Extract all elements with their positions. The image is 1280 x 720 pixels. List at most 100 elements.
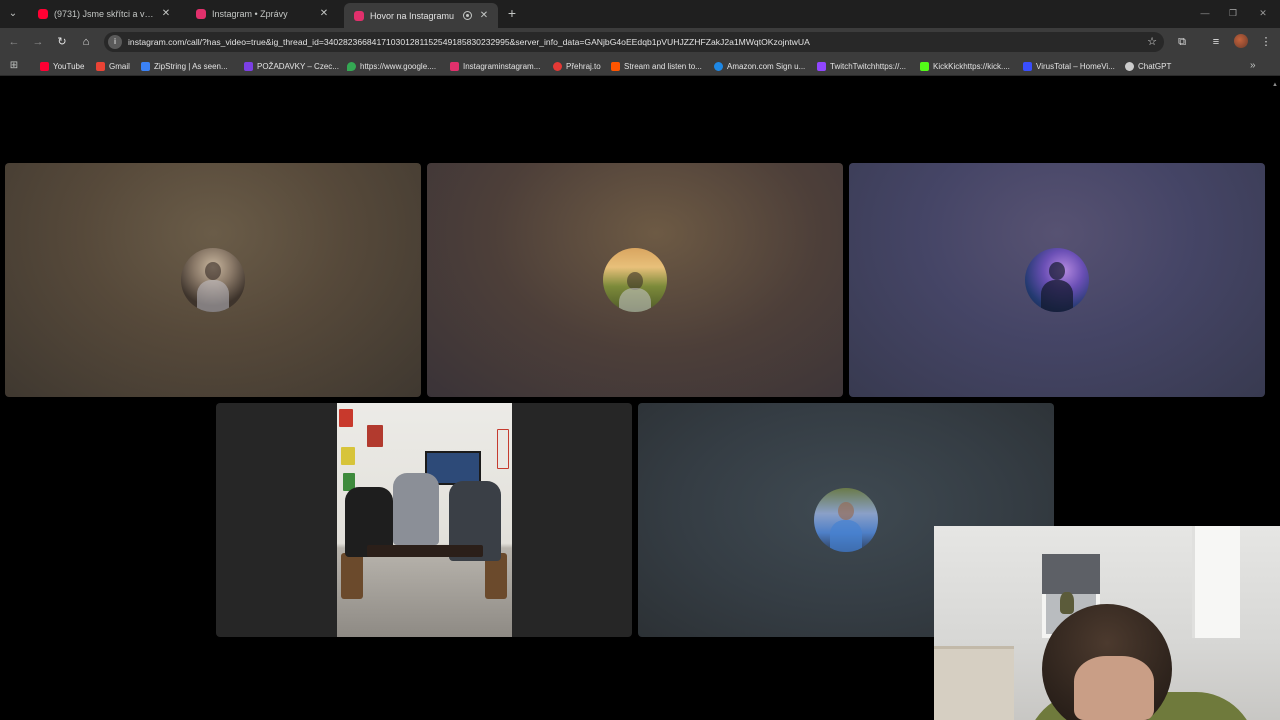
close-window-icon[interactable]: ✕ bbox=[1256, 6, 1270, 20]
bookmark-youtube[interactable]: YouTube bbox=[40, 58, 84, 74]
user-face bbox=[1074, 656, 1154, 720]
bookmark-kick[interactable]: KickKickhttps://kick.... bbox=[920, 58, 1010, 74]
participant-avatar bbox=[1025, 248, 1089, 312]
kick-icon bbox=[920, 61, 929, 71]
bookmark-label: YouTube bbox=[53, 61, 85, 71]
bookmark-label: VirusTotal – HomeVi... bbox=[1036, 61, 1115, 71]
gmail-icon bbox=[96, 61, 105, 71]
tab-search-icon[interactable]: ⌄ bbox=[4, 5, 22, 23]
wall-poster bbox=[339, 409, 353, 427]
address-bar[interactable]: i instagram.com/call/?has_video=true&ig_… bbox=[104, 32, 1164, 52]
participant-video-tile[interactable] bbox=[216, 403, 632, 637]
prehrajto-icon bbox=[553, 61, 562, 71]
wall-poster bbox=[341, 447, 355, 465]
bookmarks-bar: ⊞ YouTube Gmail ZipString | As seen... P… bbox=[0, 56, 1280, 76]
virustotal-icon bbox=[1023, 61, 1032, 71]
media-controls-icon[interactable]: ≡ bbox=[1208, 34, 1224, 50]
bookmark-label: POŽADAVKY – Czec... bbox=[257, 61, 339, 71]
close-tab-icon[interactable]: ✕ bbox=[318, 8, 330, 20]
webcam-self-view[interactable] bbox=[934, 526, 1280, 720]
tab-title: Instagram • Zprávy bbox=[212, 9, 288, 19]
tab-strip: ⌄ (9731) Jsme skřítci a vykrádáme ✕ Inst… bbox=[0, 0, 1280, 28]
back-arrow-icon[interactable]: ← bbox=[6, 34, 22, 50]
bookmark-instagram[interactable]: Instagraminstagram... bbox=[450, 58, 540, 74]
avatar-silhouette-body bbox=[197, 280, 229, 312]
instagram-favicon-icon bbox=[354, 10, 364, 21]
restore-window-icon[interactable]: ❐ bbox=[1226, 6, 1240, 20]
site-info-icon[interactable]: i bbox=[108, 35, 122, 49]
window-blind bbox=[1042, 554, 1100, 594]
avatar-silhouette-body bbox=[830, 520, 862, 552]
tab-title: (9731) Jsme skřítci a vykrádáme bbox=[54, 9, 154, 19]
bookmark-soundcloud[interactable]: Stream and listen to... bbox=[611, 58, 702, 74]
participant-tile[interactable] bbox=[5, 163, 421, 397]
apps-grid-icon[interactable]: ⊞ bbox=[8, 60, 20, 72]
twitch-icon bbox=[817, 61, 826, 71]
close-tab-icon[interactable]: ✕ bbox=[478, 10, 490, 22]
url-text[interactable]: instagram.com/call/?has_video=true&ig_th… bbox=[128, 32, 1133, 52]
tab-instagram-messages[interactable]: Instagram • Zprávy ✕ bbox=[186, 3, 338, 25]
person bbox=[393, 473, 439, 545]
avatar-silhouette-body bbox=[1041, 280, 1073, 312]
recording-indicator-icon bbox=[463, 11, 472, 20]
youtube-favicon-icon bbox=[38, 9, 48, 19]
amazon-icon bbox=[714, 61, 723, 71]
avatar-silhouette-head bbox=[205, 262, 221, 280]
bookmark-label: Instagraminstagram... bbox=[463, 61, 541, 71]
more-menu-icon[interactable]: ⋮ bbox=[1258, 34, 1274, 50]
close-tab-icon[interactable]: ✕ bbox=[160, 8, 172, 20]
bookmark-label: Stream and listen to... bbox=[624, 61, 702, 71]
bookmark-label: KickKickhttps://kick.... bbox=[933, 61, 1010, 71]
minimize-window-icon[interactable]: — bbox=[1198, 6, 1212, 20]
forward-arrow-icon[interactable]: → bbox=[30, 34, 46, 50]
twitch-icon bbox=[244, 61, 253, 71]
bookmark-label: Přehraj.to bbox=[566, 61, 601, 71]
wall-banner bbox=[497, 429, 509, 469]
avatar-silhouette-head bbox=[1049, 262, 1065, 280]
tab-title: Hovor na Instagramu bbox=[370, 10, 455, 21]
participant-avatar bbox=[814, 488, 878, 552]
reload-icon[interactable]: ↻ bbox=[54, 34, 70, 50]
avatar-silhouette-body bbox=[619, 288, 651, 312]
soundcloud-icon bbox=[611, 61, 620, 71]
chatgpt-icon bbox=[1125, 61, 1134, 71]
bookmark-gmail[interactable]: Gmail bbox=[96, 58, 130, 74]
room-window bbox=[1192, 526, 1240, 638]
bookmark-virustotal[interactable]: VirusTotal – HomeVi... bbox=[1023, 58, 1115, 74]
bookmark-pozadavky[interactable]: POŽADAVKY – Czec... bbox=[244, 58, 339, 74]
new-tab-button[interactable]: + bbox=[504, 5, 520, 21]
bookmark-label: ChatGPT bbox=[1138, 61, 1172, 71]
profile-avatar-icon[interactable] bbox=[1234, 34, 1248, 48]
extensions-icon[interactable]: ⧉ bbox=[1174, 34, 1190, 50]
instagram-icon bbox=[450, 61, 459, 71]
youtube-icon bbox=[40, 61, 49, 71]
plant bbox=[1060, 592, 1074, 614]
bookmark-label: ZipString | As seen... bbox=[154, 61, 228, 71]
more-bookmarks-icon[interactable]: » bbox=[1250, 58, 1262, 74]
bookmark-twitch[interactable]: TwitchTwitchhttps://... bbox=[817, 58, 906, 74]
bookmark-zipstring[interactable]: ZipString | As seen... bbox=[141, 58, 228, 74]
browser-toolbar: ← → ↻ ⌂ i instagram.com/call/?has_video=… bbox=[0, 28, 1280, 56]
zipstring-icon bbox=[141, 61, 150, 71]
tab-youtube[interactable]: (9731) Jsme skřítci a vykrádáme ✕ bbox=[28, 3, 180, 25]
bookmark-google[interactable]: https://www.google.... bbox=[347, 58, 436, 74]
bookmark-label: https://www.google.... bbox=[360, 61, 437, 71]
bookmark-label: TwitchTwitchhttps://... bbox=[830, 61, 907, 71]
avatar-silhouette-head bbox=[838, 502, 854, 520]
participant-tile[interactable] bbox=[849, 163, 1265, 397]
bookmark-label: Amazon.com Sign u... bbox=[727, 61, 806, 71]
google-maps-icon bbox=[347, 61, 356, 71]
scroll-up-arrow-icon[interactable]: ▲ bbox=[1271, 81, 1279, 89]
home-icon[interactable]: ⌂ bbox=[78, 34, 94, 50]
bookmark-label: Gmail bbox=[109, 61, 130, 71]
participant-avatar bbox=[181, 248, 245, 312]
tab-instagram-call[interactable]: Hovor na Instagramu ✕ bbox=[344, 3, 498, 28]
bookmark-star-icon[interactable]: ☆ bbox=[1144, 34, 1160, 50]
instagram-favicon-icon bbox=[196, 9, 206, 19]
bookmark-chatgpt[interactable]: ChatGPT bbox=[1125, 58, 1171, 74]
desk bbox=[934, 646, 1014, 720]
bookmark-amazon[interactable]: Amazon.com Sign u... bbox=[714, 58, 805, 74]
bookmark-prehrajto[interactable]: Přehraj.to bbox=[553, 58, 601, 74]
chair bbox=[341, 553, 363, 599]
participant-tile[interactable] bbox=[427, 163, 843, 397]
